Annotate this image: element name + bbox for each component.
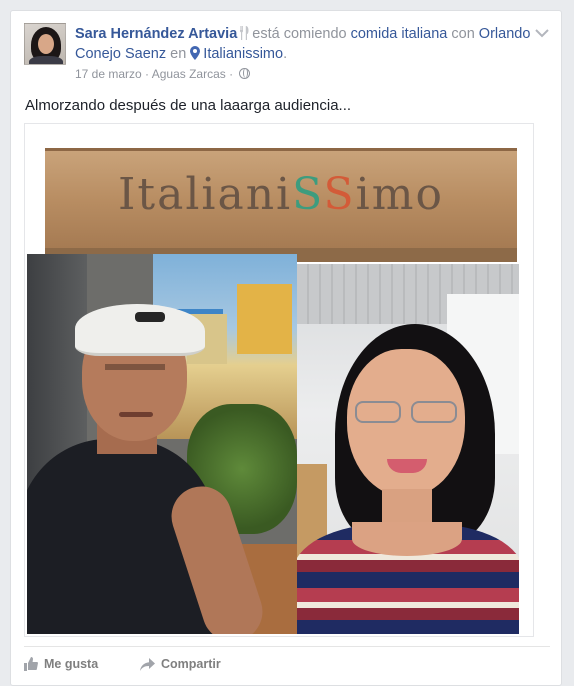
place-link[interactable]: Italianissimo xyxy=(203,46,283,62)
post-meta: 17 de marzo · Aguas Zarcas · xyxy=(75,67,251,81)
at-word: en xyxy=(170,46,187,62)
share-arrow-icon xyxy=(140,658,155,671)
post-photo[interactable]: ItalianiSSimo xyxy=(24,123,534,637)
restaurant-sign: ItalianiSSimo xyxy=(45,148,517,250)
author-name-link[interactable]: Sara Hernández Artavia xyxy=(75,26,237,42)
thumbs-up-icon xyxy=(24,657,38,671)
post-headline: Sara Hernández Artavia está comiendo comi… xyxy=(75,26,531,62)
activity-text: está comiendo xyxy=(252,26,347,42)
author-avatar[interactable] xyxy=(24,23,66,65)
with-word: con xyxy=(451,26,475,42)
meta-separator: · xyxy=(145,67,150,81)
meta-separator: · xyxy=(229,67,234,81)
photo-woman xyxy=(297,264,519,634)
photo-man xyxy=(27,254,297,634)
actions-divider xyxy=(24,646,550,647)
post-location-link[interactable]: Aguas Zarcas xyxy=(152,67,226,81)
like-button[interactable]: Me gusta xyxy=(24,656,98,672)
share-button[interactable]: Compartir xyxy=(140,656,221,672)
share-label: Compartir xyxy=(161,657,221,671)
map-pin-icon xyxy=(190,46,201,60)
post-card: Sara Hernández Artavia está comiendo comi… xyxy=(10,10,562,686)
post-date-link[interactable]: 17 de marzo xyxy=(75,67,142,81)
activity-object-link[interactable]: comida italiana xyxy=(351,26,448,42)
globe-icon[interactable] xyxy=(239,68,251,79)
post-message: Almorzando después de una laaarga audien… xyxy=(25,97,352,114)
fork-knife-icon xyxy=(239,26,249,40)
sign-text: ItalianiSSimo xyxy=(118,169,444,220)
like-label: Me gusta xyxy=(44,657,99,671)
chevron-down-icon[interactable] xyxy=(535,25,549,38)
